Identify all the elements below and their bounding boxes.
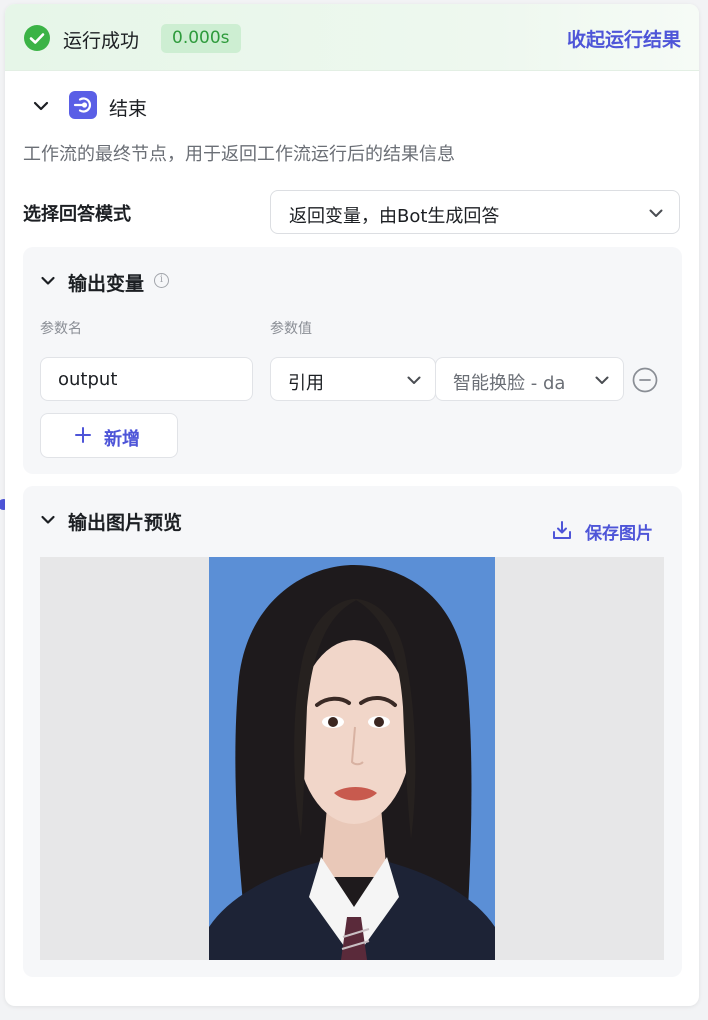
- duration-badge: 0.000s: [161, 24, 241, 53]
- add-variable-button[interactable]: 新增: [40, 413, 178, 458]
- node-title: 结束: [109, 98, 148, 120]
- chevron-down-icon: [647, 204, 665, 222]
- chevron-down-icon[interactable]: [39, 511, 57, 529]
- param-name-value: output: [58, 369, 118, 390]
- param-value-header: 参数值: [270, 321, 312, 337]
- chevron-down-icon: [405, 371, 423, 389]
- end-node-card: 运行成功 0.000s 收起运行结果 结束 工作流的最终节点，用于返回工作流运行…: [5, 4, 699, 1006]
- add-variable-label: 新增: [104, 429, 140, 450]
- value-type-select[interactable]: 引用: [270, 357, 436, 401]
- remove-circle-icon[interactable]: [632, 367, 658, 393]
- chevron-down-icon[interactable]: [39, 272, 57, 290]
- node-description: 工作流的最终节点，用于返回工作流运行后的结果信息: [23, 144, 455, 165]
- answer-mode-label: 选择回答模式: [23, 204, 131, 225]
- reference-value-select[interactable]: 智能换脸 - da: [435, 357, 624, 401]
- download-icon: [551, 519, 573, 541]
- chevron-down-icon: [593, 371, 611, 389]
- image-preview-panel: 输出图片预览 保存图片: [23, 486, 682, 977]
- output-variables-panel: 输出变量 i 参数名 参数值 output 引用 智能换脸 - da 新增: [23, 247, 682, 474]
- save-image-label: 保存图片: [585, 524, 653, 544]
- output-portrait-image: [209, 557, 495, 960]
- reference-value-text: 智能换脸 - da: [453, 373, 566, 394]
- plus-icon: [74, 426, 92, 444]
- run-status-bar: 运行成功 0.000s 收起运行结果: [5, 4, 699, 71]
- run-status-text: 运行成功: [63, 30, 140, 52]
- info-icon[interactable]: i: [154, 273, 169, 288]
- value-type-text: 引用: [288, 373, 324, 394]
- collapse-results-link[interactable]: 收起运行结果: [567, 25, 681, 52]
- image-preview-area: [40, 557, 664, 960]
- param-name-header: 参数名: [40, 321, 82, 337]
- param-name-input[interactable]: output: [40, 357, 253, 401]
- success-check-icon: [24, 25, 50, 51]
- chevron-down-icon[interactable]: [31, 96, 51, 116]
- output-variables-title: 输出变量: [68, 273, 145, 295]
- answer-mode-select[interactable]: 返回变量，由Bot生成回答: [270, 190, 680, 234]
- end-node-icon: [69, 91, 97, 119]
- answer-mode-value: 返回变量，由Bot生成回答: [289, 206, 500, 227]
- image-preview-title: 输出图片预览: [68, 512, 183, 534]
